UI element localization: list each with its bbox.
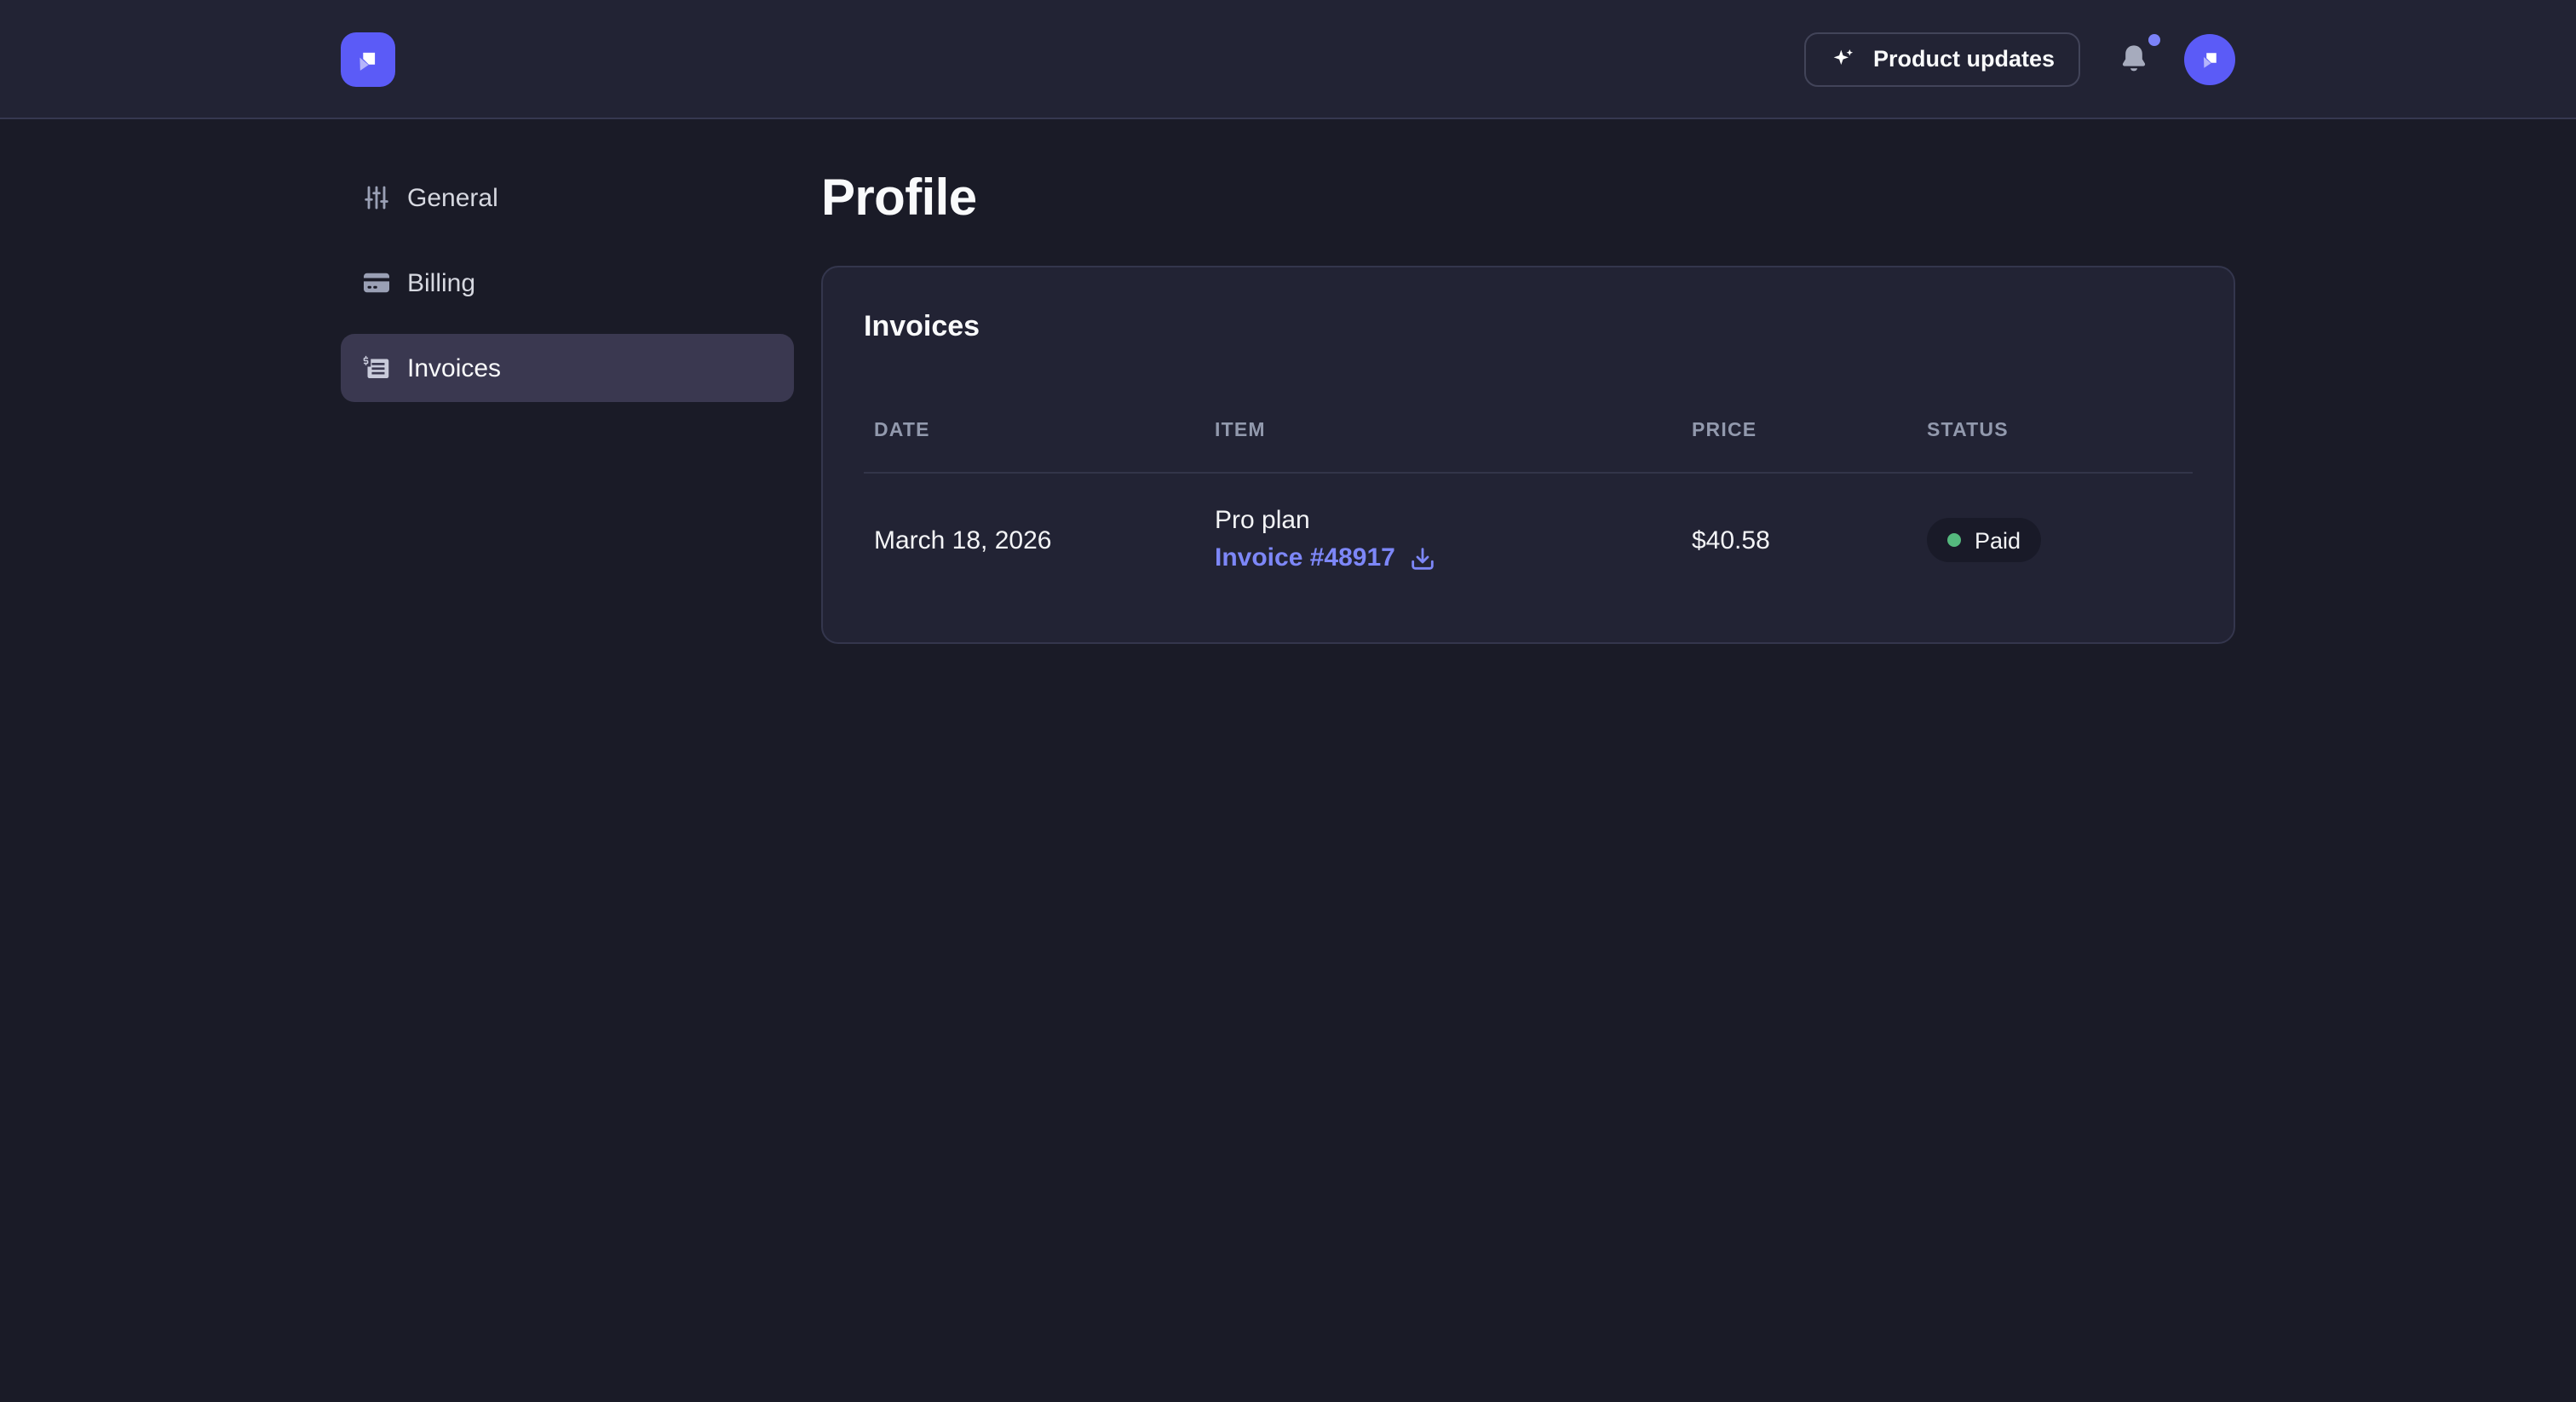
- notification-dot: [2148, 33, 2160, 45]
- column-header-item: ITEM: [1205, 421, 1682, 473]
- bell-icon: [2118, 40, 2150, 78]
- sidebar-item-invoices[interactable]: Invoices: [341, 334, 794, 402]
- invoice-plan-name: Pro plan: [1215, 504, 1682, 538]
- sidebar-item-billing[interactable]: Billing: [341, 249, 794, 317]
- invoice-link-label: Invoice #48917: [1215, 542, 1395, 576]
- content-layout: General Billing: [341, 119, 2235, 644]
- invoice-price-cell: $40.58: [1682, 473, 1917, 603]
- sidebar-item-label: Invoices: [407, 353, 501, 382]
- table-row: March 18, 2026 Pro plan Invoice #48917: [864, 473, 2193, 603]
- paid-status-dot: [1947, 533, 1961, 547]
- avatar-logo-icon: [2197, 46, 2222, 72]
- main-content: Profile Invoices DATE ITEM PRICE: [821, 119, 2235, 644]
- settings-sidebar: General Billing: [341, 119, 794, 644]
- invoice-download-link[interactable]: Invoice #48917: [1215, 542, 1436, 576]
- column-header-date: DATE: [864, 421, 1205, 473]
- product-updates-label: Product updates: [1873, 46, 2055, 72]
- sidebar-item-label: Billing: [407, 268, 475, 297]
- invoice-date-cell: March 18, 2026: [864, 473, 1205, 603]
- table-header-row: DATE ITEM PRICE STATUS: [864, 421, 2193, 473]
- invoice-item-cell: Pro plan Invoice #48917: [1205, 473, 1682, 603]
- topbar-inner: Product updates: [341, 0, 2235, 118]
- sliders-icon: [361, 182, 392, 213]
- sidebar-item-general[interactable]: General: [341, 164, 794, 232]
- column-header-status: STATUS: [1917, 421, 2193, 473]
- invoice-icon: [361, 353, 392, 383]
- notifications-button[interactable]: [2118, 40, 2150, 78]
- tremor-logo-icon: [353, 43, 383, 74]
- invoices-card: Invoices DATE ITEM PRICE STATUS: [821, 266, 2235, 644]
- user-avatar[interactable]: [2184, 33, 2235, 84]
- product-updates-button[interactable]: Product updates: [1805, 32, 2080, 86]
- status-badge: Paid: [1927, 518, 2041, 562]
- brand-logo[interactable]: [341, 32, 395, 86]
- sidebar-item-label: General: [407, 183, 498, 212]
- topbar: Product updates: [0, 0, 2576, 119]
- credit-card-icon: [361, 267, 392, 298]
- invoices-table: DATE ITEM PRICE STATUS March 18, 2026 Pr…: [864, 421, 2193, 603]
- page-title: Profile: [821, 169, 2235, 230]
- invoices-card-title: Invoices: [864, 308, 2193, 346]
- download-icon[interactable]: [1409, 545, 1436, 572]
- app-viewport: Product updates: [0, 0, 2576, 1402]
- column-header-price: PRICE: [1682, 421, 1917, 473]
- invoice-status-cell: Paid: [1917, 473, 2193, 603]
- status-badge-label: Paid: [1975, 527, 2021, 553]
- sparkles-icon: [1831, 45, 1858, 72]
